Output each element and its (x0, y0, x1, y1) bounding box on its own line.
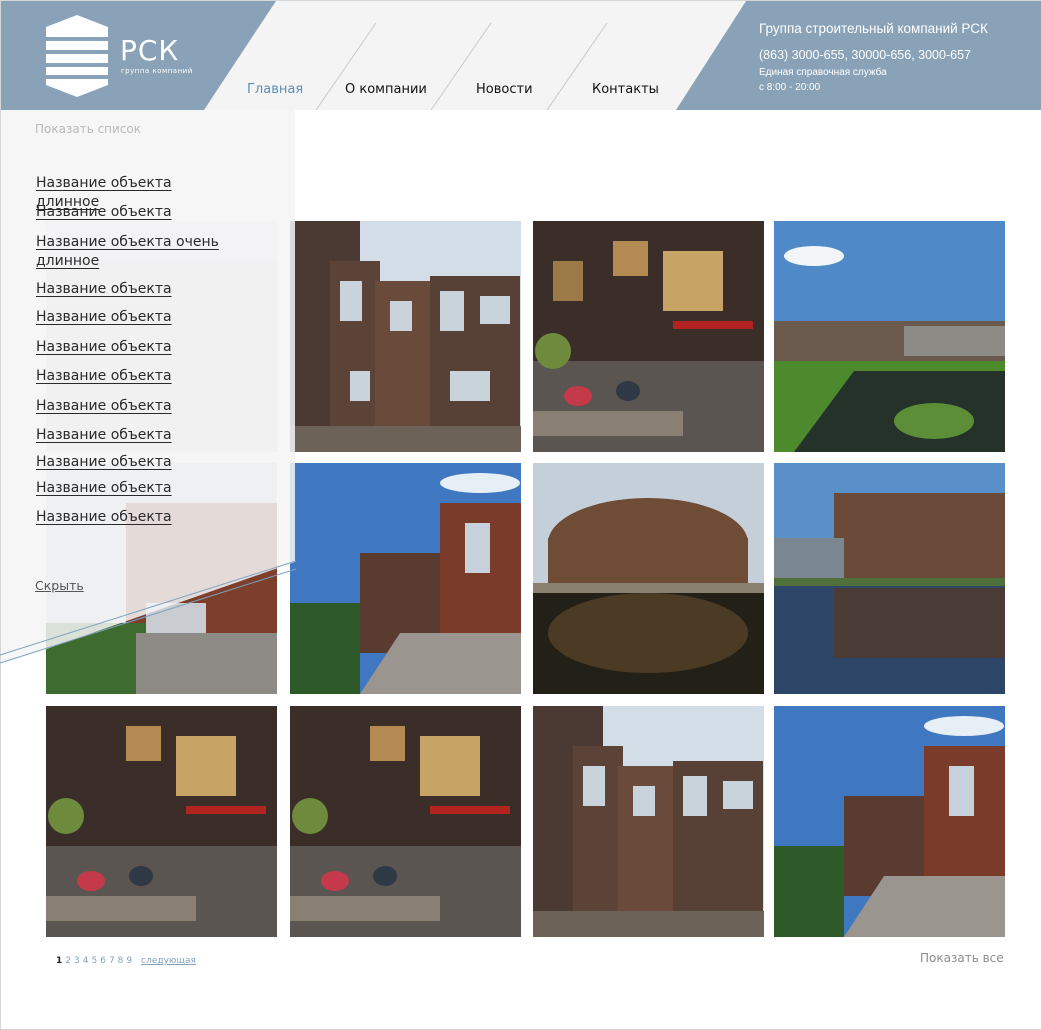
nav-contacts[interactable]: Контакты (592, 82, 659, 97)
next-page-link[interactable]: следующая (141, 956, 196, 966)
page-link[interactable]: 3 (74, 956, 80, 966)
contacts-phones: (863) 3000-655, 30000-656, 3000-657 (759, 48, 971, 62)
brand-subtitle: группа компаний (121, 67, 193, 75)
nav-home[interactable]: Главная (247, 82, 303, 97)
show-list-link[interactable]: Показать список (35, 122, 141, 136)
gallery-photo[interactable] (774, 463, 1005, 694)
page-link[interactable]: 8 (118, 956, 124, 966)
gallery-photo[interactable] (533, 221, 764, 452)
contacts-hours: с 8:00 - 20:00 (759, 82, 821, 93)
contacts-title: Группа строительный компаний РСК (759, 21, 988, 36)
hide-panel-link[interactable]: Скрыть (35, 578, 84, 593)
gallery-photo[interactable] (46, 706, 277, 937)
page-link[interactable]: 7 (109, 956, 115, 966)
object-link[interactable]: Название объекта (36, 479, 236, 498)
brand-name: РСК (120, 34, 180, 67)
page-link[interactable]: 5 (91, 956, 97, 966)
nav-news[interactable]: Новости (476, 82, 533, 97)
page-link[interactable]: 6 (100, 956, 106, 966)
object-link[interactable]: Название объекта (36, 203, 236, 222)
gallery-photo[interactable] (533, 463, 764, 694)
gallery-photo[interactable] (774, 221, 1005, 452)
pagination: 1 2 3 4 5 6 7 8 9 следующая (56, 956, 199, 966)
gallery-photo[interactable] (290, 463, 521, 694)
object-link[interactable]: Название объекта (36, 453, 236, 472)
page-link[interactable]: 9 (126, 956, 132, 966)
gallery-photo[interactable] (290, 221, 521, 452)
page-link[interactable]: 4 (83, 956, 89, 966)
page-link[interactable]: 2 (65, 956, 71, 966)
object-link[interactable]: Название объекта (36, 508, 236, 527)
object-link[interactable]: Название объекта (36, 367, 236, 386)
gallery-photo[interactable] (774, 706, 1005, 937)
show-all-link[interactable]: Показать все (920, 951, 1004, 965)
object-link[interactable]: Название объекта (36, 280, 236, 299)
object-link[interactable]: Название объекта (36, 426, 236, 445)
gallery-photo[interactable] (290, 706, 521, 937)
nav-about[interactable]: О компании (345, 82, 427, 97)
object-link[interactable]: Название объекта (36, 397, 236, 416)
logo-icon[interactable] (42, 15, 112, 97)
object-link[interactable]: Название объекта (36, 308, 236, 327)
object-link[interactable]: Название объекта очень длинное (36, 233, 236, 271)
object-link[interactable]: Название объекта (36, 338, 236, 357)
contacts-service: Единая справочная служба (759, 67, 887, 78)
page-link-current[interactable]: 1 (56, 956, 62, 966)
gallery-photo[interactable] (533, 706, 764, 937)
